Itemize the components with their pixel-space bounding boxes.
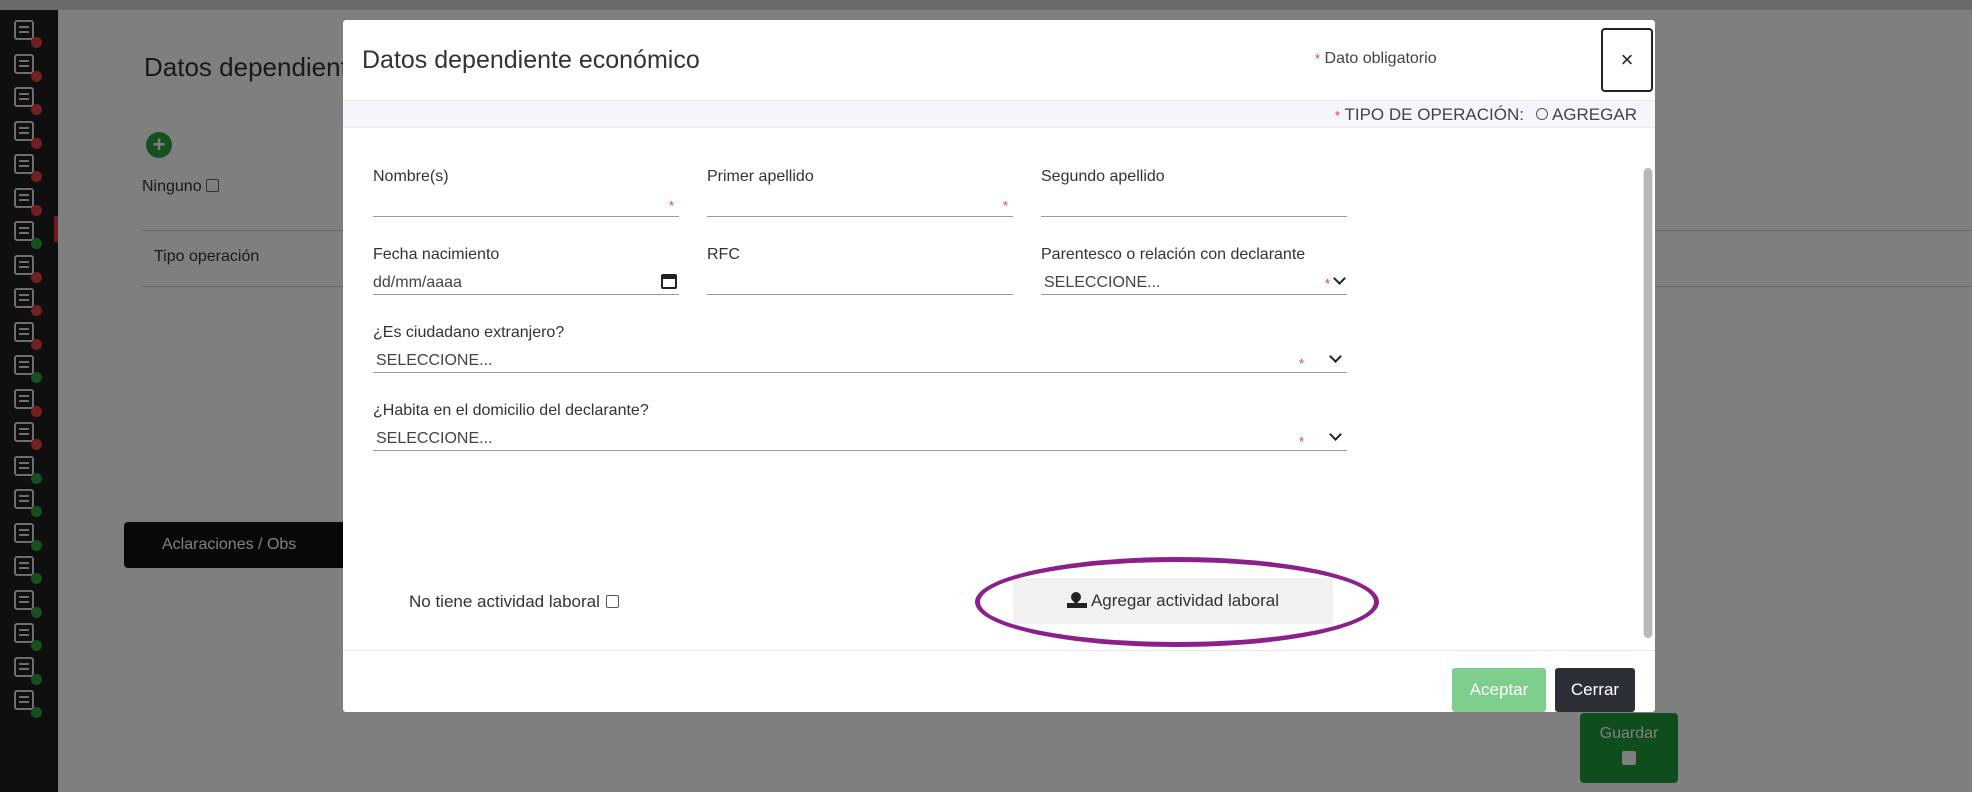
ciudadano-extranjero-label: ¿Es ciudadano extranjero? bbox=[373, 324, 565, 341]
required-star: * bbox=[1299, 356, 1305, 371]
required-note-text: Dato obligatorio bbox=[1324, 50, 1437, 67]
segundo-apellido-field[interactable]: Segundo apellido bbox=[1041, 168, 1347, 218]
close-icon[interactable]: × bbox=[1601, 28, 1653, 92]
parentesco-label: Parentesco o relación con declarante bbox=[1041, 246, 1306, 263]
habita-domicilio-value[interactable]: SELECCIONE... bbox=[376, 430, 492, 448]
primer-apellido-field[interactable]: Primer apellido * bbox=[707, 168, 1013, 218]
input-underline bbox=[707, 216, 1013, 217]
nombre-field[interactable]: Nombre(s) * bbox=[373, 168, 679, 218]
required-star: * bbox=[1299, 434, 1305, 449]
required-star: * bbox=[1315, 51, 1321, 66]
add-work-activity-button[interactable]: Agregar actividad laboral bbox=[1013, 578, 1333, 624]
segundo-apellido-label: Segundo apellido bbox=[1041, 168, 1165, 185]
modal-body: Nombre(s) * Primer apellido * Segundo ap… bbox=[343, 128, 1655, 650]
no-work-label: No tiene actividad laboral bbox=[409, 592, 600, 611]
operation-type-bar: * TIPO DE OPERACIÓN: AGREGAR bbox=[343, 100, 1655, 128]
required-note: * Dato obligatorio bbox=[1315, 50, 1437, 68]
dependent-modal: Datos dependiente económico * Dato oblig… bbox=[343, 20, 1655, 712]
rfc-field[interactable]: RFC bbox=[707, 246, 1013, 296]
habita-domicilio-label: ¿Habita en el domicilio del declarante? bbox=[373, 402, 649, 419]
ciudadano-extranjero-value[interactable]: SELECCIONE... bbox=[376, 352, 492, 370]
operation-type: * TIPO DE OPERACIÓN: AGREGAR bbox=[1335, 105, 1637, 125]
accept-button[interactable]: Aceptar bbox=[1452, 668, 1546, 712]
input-underline bbox=[373, 372, 1347, 373]
input-underline bbox=[373, 294, 679, 295]
nombre-label: Nombre(s) bbox=[373, 168, 449, 185]
chevron-down-icon[interactable] bbox=[1333, 272, 1346, 285]
required-star: * bbox=[669, 198, 675, 213]
calendar-icon[interactable] bbox=[661, 274, 677, 289]
parentesco-select[interactable]: Parentesco o relación con declarante SEL… bbox=[1041, 246, 1347, 296]
operation-type-label: TIPO DE OPERACIÓN: bbox=[1344, 105, 1524, 124]
fecha-nacimiento-label: Fecha nacimiento bbox=[373, 246, 500, 263]
required-star: * bbox=[1335, 108, 1341, 123]
primer-apellido-label: Primer apellido bbox=[707, 168, 814, 185]
operation-agregar-radio[interactable] bbox=[1535, 108, 1548, 120]
input-underline bbox=[1041, 216, 1347, 217]
ciudadano-extranjero-select[interactable]: ¿Es ciudadano extranjero? SELECCIONE... … bbox=[373, 324, 1347, 374]
modal-header: Datos dependiente económico * Dato oblig… bbox=[343, 20, 1655, 100]
required-star: * bbox=[1003, 198, 1009, 213]
chevron-down-icon[interactable] bbox=[1329, 350, 1342, 363]
modal-title: Datos dependiente económico bbox=[362, 46, 700, 74]
modal-footer: Aceptar Cerrar bbox=[343, 650, 1655, 712]
close-button[interactable]: Cerrar bbox=[1555, 668, 1635, 712]
fecha-nacimiento-field[interactable]: Fecha nacimiento dd/mm/aaaa bbox=[373, 246, 679, 296]
no-work-checkbox[interactable] bbox=[605, 595, 619, 608]
no-work-checkbox-row[interactable]: No tiene actividad laboral bbox=[409, 592, 619, 612]
operation-agregar-label: AGREGAR bbox=[1551, 105, 1637, 124]
top-strip bbox=[0, 0, 1972, 10]
map-marker-icon bbox=[1066, 589, 1087, 608]
rfc-label: RFC bbox=[707, 246, 740, 263]
habita-domicilio-select[interactable]: ¿Habita en el domicilio del declarante? … bbox=[373, 402, 1347, 452]
required-star: * bbox=[1325, 276, 1331, 291]
fecha-nacimiento-input[interactable]: dd/mm/aaaa bbox=[373, 274, 462, 292]
input-underline bbox=[373, 216, 679, 217]
scrollbar-thumb[interactable] bbox=[1644, 168, 1652, 638]
input-underline bbox=[373, 450, 1347, 451]
parentesco-value[interactable]: SELECCIONE... bbox=[1044, 274, 1160, 292]
add-work-activity-label: Agregar actividad laboral bbox=[1090, 591, 1280, 610]
input-underline bbox=[1041, 294, 1347, 295]
input-underline bbox=[707, 294, 1013, 295]
chevron-down-icon[interactable] bbox=[1329, 428, 1342, 441]
